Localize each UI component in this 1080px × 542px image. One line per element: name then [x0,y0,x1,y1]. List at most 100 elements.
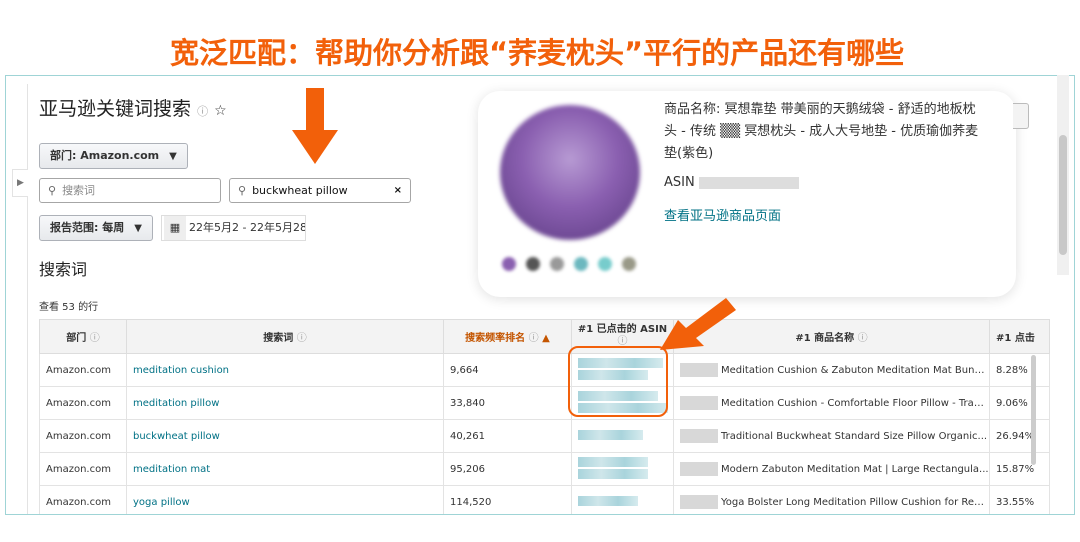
view-product-link[interactable]: 查看亚马逊商品页面 [664,205,781,224]
column-header-search-term[interactable]: 搜索词 ⓘ [126,319,444,354]
calendar-icon[interactable]: ▦ [164,216,186,240]
cell-department: Amazon.com [39,452,127,486]
cell-search-term[interactable]: meditation pillow [126,386,444,420]
cell-asin[interactable] [571,353,674,387]
cell-department: Amazon.com [39,353,127,387]
column-header-clicked-asin[interactable]: #1 已点击的 ASIN ⓘ [571,319,674,354]
cell-click-share: 9.06% [989,386,1050,420]
department-label: 部门: Amazon.com [50,149,160,162]
cell-product-title: Meditation Cushion - Comfortable Floor P… [673,386,990,420]
info-icon[interactable]: ⓘ [858,333,868,344]
product-thumbnail [680,495,718,509]
asin-blurred [578,391,668,414]
sidebar-divider [27,84,28,514]
cell-asin[interactable] [571,452,674,486]
cell-asin[interactable] [571,485,674,514]
asin-blurred [578,358,663,381]
cell-department: Amazon.com [39,386,127,420]
cell-search-term[interactable]: meditation cushion [126,353,444,387]
header-label: 搜索词 [263,333,294,344]
cell-asin[interactable] [571,386,674,420]
info-icon[interactable]: ⓘ [90,333,100,344]
asin-label: ASIN [664,175,695,190]
date-end[interactable]: 22年5月28 [250,221,305,234]
table-row: Amazon.com meditation pillow 33,840 Medi… [39,386,1050,420]
table-row: Amazon.com yoga pillow 114,520 Yoga Bols… [39,485,1050,514]
search-terms-table: 部门 ⓘ 搜索词 ⓘ 搜索频率排名 ⓘ ▲ #1 已点击的 ASIN ⓘ #1 商… [39,319,1050,514]
header-label: #1 商品名称 [795,333,855,344]
cell-click-share: 26.94% [989,419,1050,453]
caret-down-icon: ▼ [134,223,142,234]
asin-blurred [698,176,799,189]
cell-search-term[interactable]: yoga pillow [126,485,444,514]
asin-blurred [578,457,648,480]
header-label: 部门 [66,333,87,344]
section-title: 搜索词 [39,260,88,279]
column-header-department[interactable]: 部门 ⓘ [39,319,127,354]
search-icon: ⚲ [238,184,247,197]
row-count: 查看 53 的行 [39,302,99,313]
cell-product-title: Modern Zabuton Meditation Mat | Large Re… [673,452,990,486]
keyword-filter-input[interactable]: ⚲ buckwheat pillow × [229,178,411,203]
info-icon[interactable]: ⓘ [197,105,208,118]
cell-product-title: Traditional Buckwheat Standard Size Pill… [673,419,990,453]
search-placeholder: 搜索词 [62,184,96,197]
cell-search-rank: 9,664 [443,353,572,387]
header-label: 搜索频率排名 [465,333,526,344]
product-title-text: Modern Zabuton Meditation Mat | Large Re… [721,464,989,475]
page-title: 亚马逊关键词搜索 ⓘ ☆ [39,94,227,121]
table-scrollbar[interactable] [1031,355,1036,465]
product-image [492,105,642,275]
column-header-search-rank[interactable]: 搜索频率排名 ⓘ ▲ [443,319,572,354]
department-dropdown[interactable]: 部门: Amazon.com ▼ [39,143,188,169]
report-range-dropdown[interactable]: 报告范围: 每周 ▼ [39,215,153,241]
asin-blurred [578,430,643,441]
info-icon[interactable]: ⓘ [618,336,628,347]
table-row: Amazon.com buckwheat pillow 40,261 Tradi… [39,419,1050,453]
table-row: Amazon.com meditation mat 95,206 Modern … [39,452,1050,486]
side-button[interactable] [1013,103,1029,129]
product-title-text: Meditation Cushion - Comfortable Floor P… [721,398,990,409]
star-icon[interactable]: ☆ [214,103,227,119]
product-thumbnail [680,462,718,476]
cell-search-rank: 33,840 [443,386,572,420]
date-start[interactable]: 22年5月2 [189,221,239,234]
cell-search-rank: 95,206 [443,452,572,486]
page-scrollbar[interactable] [1057,75,1069,275]
cell-product-title: Meditation Cushion & Zabuton Meditation … [673,353,990,387]
search-input[interactable]: ⚲ 搜索词 [39,178,221,203]
table-row: Amazon.com meditation cushion 9,664 Medi… [39,353,1050,387]
product-name: 商品名称: 冥想靠垫 带美丽的天鹅绒袋 - 舒适的地板枕头 - 传统 ▒▒ 冥想… [664,102,979,161]
keyword-value: buckwheat pillow [252,184,348,197]
cell-click-share: 8.28% [989,353,1050,387]
product-thumbnail [680,396,718,410]
product-title-text: Yoga Bolster Long Meditation Pillow Cush… [721,497,990,508]
caret-down-icon: ▼ [169,151,177,162]
info-icon[interactable]: ⓘ [297,333,307,344]
cell-product-title: Yoga Bolster Long Meditation Pillow Cush… [673,485,990,514]
info-icon[interactable]: ⓘ [529,333,539,344]
header-label: #1 点击 [996,333,1035,344]
annotation-headline: 宽泛匹配：帮助你分析跟“荞麦枕头”平行的产品还有哪些 [170,36,905,70]
cell-click-share: 15.87% [989,452,1050,486]
asin-blurred [578,496,638,507]
header-label: #1 已点击的 ASIN [577,324,668,335]
cell-search-rank: 40,261 [443,419,572,453]
scrollbar-thumb[interactable] [1059,135,1067,255]
sidebar-toggle[interactable]: ▶ [12,169,28,197]
cell-search-term[interactable]: meditation mat [126,452,444,486]
cell-search-term[interactable]: buckwheat pillow [126,419,444,453]
product-title-text: Meditation Cushion & Zabuton Meditation … [721,365,990,376]
date-range-picker[interactable]: ▦ 22年5月2 - 22年5月28 [161,215,306,241]
report-range-label: 报告范围: 每周 [50,221,125,234]
cell-click-share: 33.55% [989,485,1050,514]
column-header-product-title[interactable]: #1 商品名称 ⓘ [673,319,990,354]
product-popup: 商品名称: 冥想靠垫 带美丽的天鹅绒袋 - 舒适的地板枕头 - 传统 ▒▒ 冥想… [478,91,1016,297]
page-title-text: 亚马逊关键词搜索 [39,98,192,120]
cell-department: Amazon.com [39,419,127,453]
column-header-click-share[interactable]: #1 点击 [989,319,1050,354]
search-icon: ⚲ [48,184,57,197]
cell-asin[interactable] [571,419,674,453]
clear-icon[interactable]: × [394,179,402,202]
date-separator: - [242,221,247,234]
